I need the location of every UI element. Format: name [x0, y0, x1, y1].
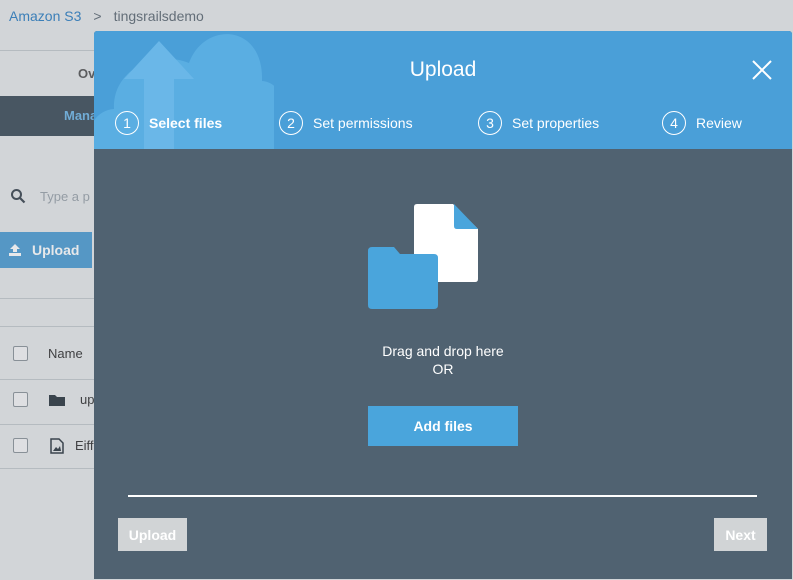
- close-icon[interactable]: [751, 59, 773, 81]
- step-label: Review: [696, 115, 742, 131]
- step-select-files[interactable]: 1 Select files: [115, 111, 222, 135]
- step-review[interactable]: 4 Review: [662, 111, 742, 135]
- step-number: 4: [662, 111, 686, 135]
- divider: [128, 495, 757, 497]
- upload-submit-button[interactable]: Upload: [118, 518, 187, 551]
- file-folder-drop-icon: [368, 204, 478, 309]
- drop-zone-or: OR: [432, 361, 454, 377]
- add-files-button[interactable]: Add files: [368, 406, 518, 446]
- step-number: 2: [279, 111, 303, 135]
- dialog-header: Upload 1 Select files 2 Set permissions …: [94, 31, 792, 149]
- step-set-permissions[interactable]: 2 Set permissions: [279, 111, 413, 135]
- step-number: 1: [115, 111, 139, 135]
- step-number: 3: [478, 111, 502, 135]
- step-label: Set properties: [512, 115, 600, 131]
- drop-zone-text: Drag and drop here OR: [94, 342, 792, 378]
- step-label: Select files: [149, 115, 223, 131]
- upload-dialog: Upload 1 Select files 2 Set permissions …: [94, 31, 792, 579]
- drop-zone-line: Drag and drop here: [382, 343, 504, 359]
- step-set-properties[interactable]: 3 Set properties: [478, 111, 599, 135]
- next-button[interactable]: Next: [714, 518, 767, 551]
- dialog-title: Upload: [409, 58, 477, 81]
- wizard-steps: 1 Select files 2 Set permissions 3 Set p…: [94, 111, 792, 137]
- step-label: Set permissions: [313, 115, 413, 131]
